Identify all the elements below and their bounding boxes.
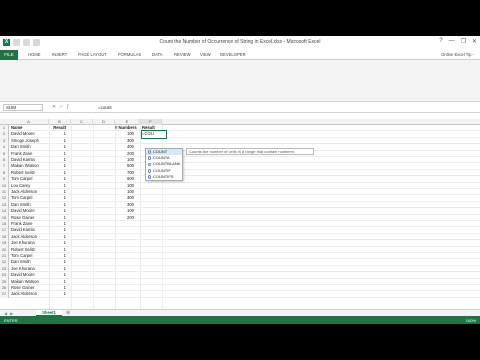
formula-bar: SUM ✕✓ƒ =count xyxy=(0,102,480,113)
function-icon xyxy=(147,174,152,179)
function-icon xyxy=(147,156,152,161)
status-mode: ENTER xyxy=(4,317,18,323)
tab-formulas[interactable]: FORMULAS xyxy=(118,52,141,57)
excel-window: X Count the Number of Occurrence of Stri… xyxy=(0,36,480,324)
user-account[interactable]: Online Excel Tip - xyxy=(441,52,474,57)
status-bar: ENTER 100% xyxy=(0,316,480,324)
name-box[interactable]: SUM xyxy=(3,104,43,111)
title-bar: X Count the Number of Occurrence of Stri… xyxy=(0,36,480,50)
zoom-level[interactable]: 100% xyxy=(466,318,476,323)
tab-review[interactable]: REVIEW xyxy=(174,52,191,57)
formula-input[interactable]: =count xyxy=(84,104,476,111)
window-title: Count the Number of Occurrence of String… xyxy=(159,39,321,45)
minimize-button[interactable]: — xyxy=(449,38,455,45)
close-button[interactable]: ✕ xyxy=(472,38,477,45)
tab-file[interactable]: FILE xyxy=(0,50,18,60)
ribbon-panel xyxy=(0,60,480,102)
function-tooltip: Counts the number of cells in a range th… xyxy=(186,148,314,155)
function-icon xyxy=(147,168,152,173)
help-button[interactable]: ? xyxy=(439,38,442,45)
function-icon xyxy=(147,150,152,154)
formula-buttons: ✕✓ƒ xyxy=(52,104,72,110)
tab-insert[interactable]: INSERT xyxy=(52,52,67,57)
fx-icon[interactable]: ƒ xyxy=(66,104,72,110)
tab-home[interactable]: HOME xyxy=(28,52,41,57)
function-icon xyxy=(147,162,152,167)
result-cell[interactable]: 1 xyxy=(49,291,69,297)
window-controls: ? — ❐ ✕ xyxy=(439,38,477,45)
row-header[interactable]: 27 xyxy=(0,291,9,298)
tab-data[interactable]: DATA xyxy=(152,52,163,57)
restore-button[interactable]: ❐ xyxy=(461,38,466,45)
ribbon-tabs: FILE HOME INSERT PAGE LAYOUT FORMULAS DA… xyxy=(0,50,480,60)
tab-view[interactable]: VIEW xyxy=(200,52,211,57)
table-row: 27 Jack Alderson 1 xyxy=(0,291,480,298)
name-cell[interactable]: Jack Alderson xyxy=(11,291,49,297)
sheet-tab-bar: ◀▶ Sheet1 ⊕ xyxy=(0,309,480,316)
function-autocomplete: COUNT COUNTA COUNTBLANK COUNTIF COUNTIFS xyxy=(145,148,183,181)
autocomplete-item[interactable]: COUNTIFS xyxy=(146,174,182,180)
tab-developer[interactable]: DEVELOPER xyxy=(220,52,246,57)
tab-page-layout[interactable]: PAGE LAYOUT xyxy=(78,52,107,57)
